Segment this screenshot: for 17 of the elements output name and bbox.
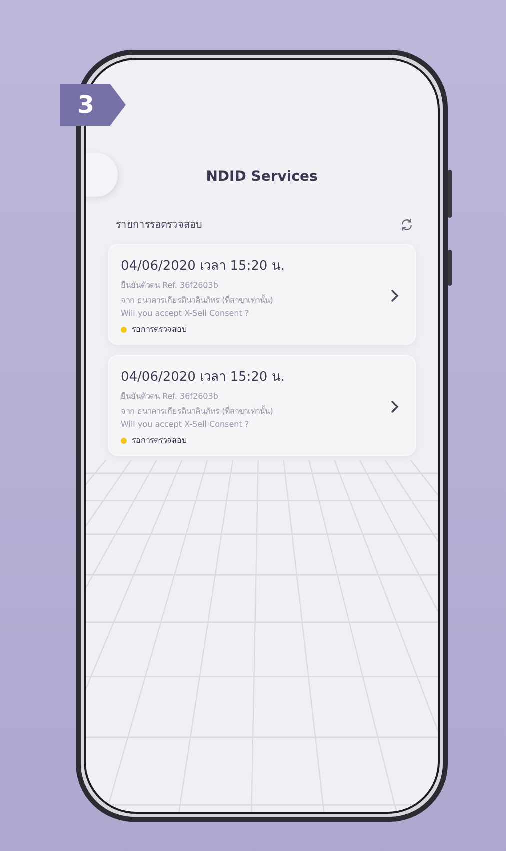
request-datetime: 04/06/2020 เวลา 15:20 น. xyxy=(121,258,285,276)
screen-title: NDID Services xyxy=(206,169,318,185)
section-label: รายการรอตรวจสอบ xyxy=(116,219,202,232)
request-question: Will you accept X-Sell Consent ? xyxy=(121,309,250,318)
status-label: รอการตรวจสอบ xyxy=(132,435,187,447)
request-source: จาก ธนาคารเกียรตินาคินภัทร (ที่สาขาเท่านั้น) xyxy=(121,294,274,307)
chevron-right-icon xyxy=(391,290,399,302)
request-reference: ยืนยันตัวตน Ref. 36f2603b xyxy=(121,391,220,403)
status-label: รอการตรวจสอบ xyxy=(132,324,187,336)
refresh-icon[interactable] xyxy=(400,218,414,232)
request-card[interactable]: 04/06/2020 เวลา 15:20 น. ยืนยันตัวตน Ref. 36f2603b จาก ธนาคารเกียรตินาคินภัทร (ที่สาขาเท่านั้น) Will you accept X-Sell Consent ? รอการตรวจสอบ xyxy=(108,355,416,456)
request-question: Will you accept X-Sell Consent ? xyxy=(121,420,250,429)
request-card[interactable]: 04/06/2020 เวลา 15:20 น. ยืนยันตัวตน Ref. 36f2603b จาก ธนาคารเกียรตินาคินภัทร (ที่สาขาเท่านั้น) Will you accept X-Sell Consent ? รอการตรวจสอบ xyxy=(108,244,416,345)
request-source: จาก ธนาคารเกียรตินาคินภัทร (ที่สาขาเท่านั้น) xyxy=(121,405,274,418)
request-reference: ยืนยันตัวตน Ref. 36f2603b xyxy=(121,280,220,292)
chevron-right-icon xyxy=(391,400,399,412)
request-datetime: 04/06/2020 เวลา 15:20 น. xyxy=(121,369,285,387)
